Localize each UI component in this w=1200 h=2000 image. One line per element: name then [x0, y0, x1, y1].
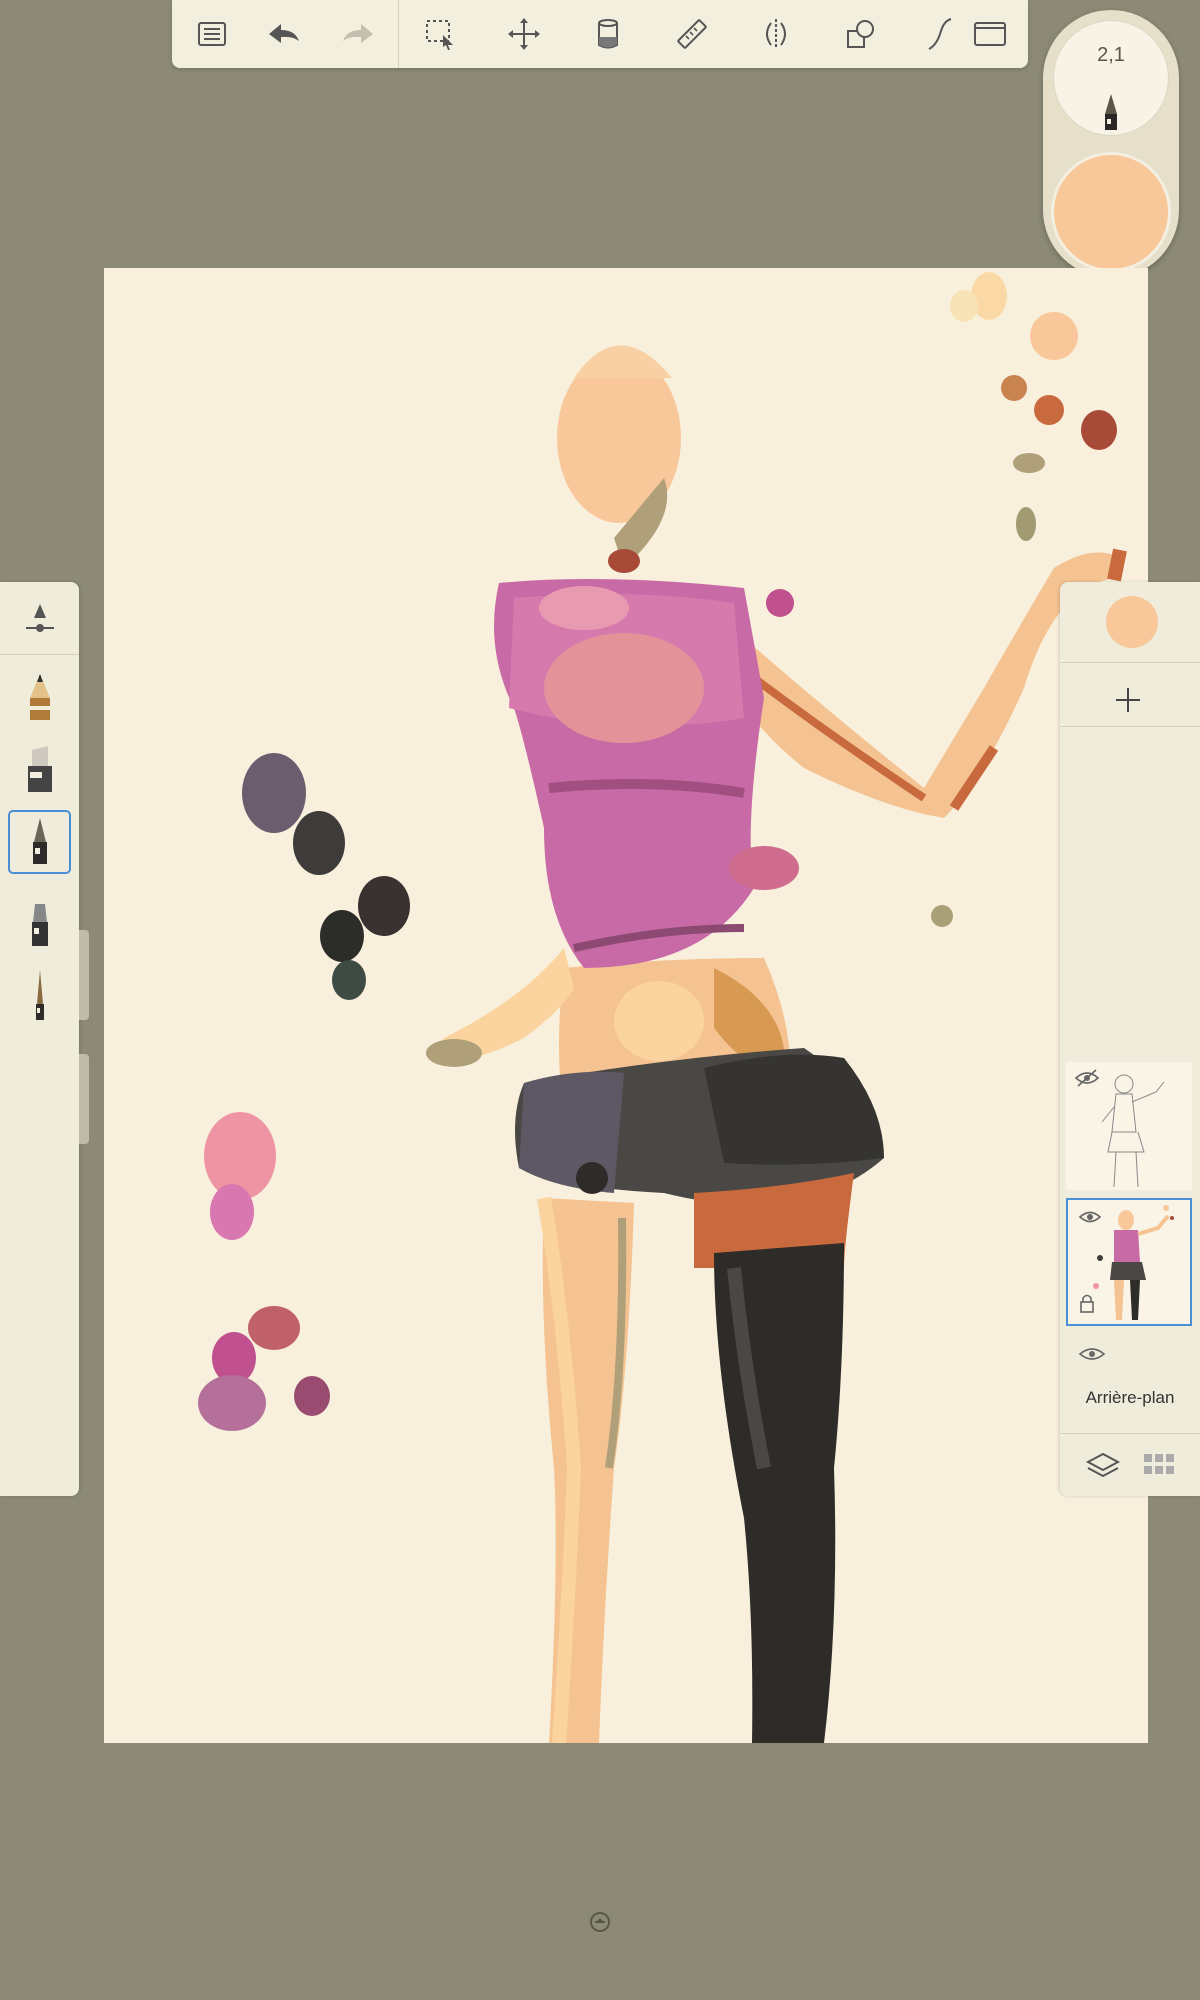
toolbar-divider — [398, 0, 399, 68]
visible-eye-icon[interactable] — [1078, 1208, 1102, 1226]
layer-divider — [1060, 662, 1200, 663]
color-swatch[interactable] — [1054, 155, 1168, 269]
brush-preview-icon — [1105, 94, 1117, 130]
brush-size-control[interactable]: 2,1 — [1053, 20, 1169, 136]
ruler-icon[interactable] — [666, 8, 718, 60]
background-layer-label[interactable]: Arrière-plan — [1060, 1388, 1200, 1408]
fill-bucket-icon[interactable] — [582, 8, 634, 60]
hidden-eye-icon[interactable] — [1074, 1068, 1100, 1088]
brush-panel-tab[interactable] — [79, 930, 89, 1020]
drawing-canvas[interactable] — [104, 268, 1148, 1743]
shapes-icon[interactable] — [834, 8, 886, 60]
brush-divider — [0, 654, 79, 655]
painting — [198, 272, 1127, 1743]
fullscreen-icon[interactable] — [964, 8, 1016, 60]
brush-size-value: 2,1 — [1097, 44, 1125, 66]
layer-color-swatch[interactable] — [1106, 596, 1158, 648]
list-icon[interactable] — [186, 8, 238, 60]
grid-icon[interactable] — [1140, 1448, 1178, 1482]
pencil-icon[interactable] — [8, 666, 71, 730]
layer-panel-footer — [1060, 1433, 1200, 1496]
bottom-handle-icon[interactable] — [589, 1911, 611, 1933]
lock-icon[interactable] — [1078, 1292, 1096, 1314]
swatch-blobs-left — [198, 753, 410, 1431]
background-eye-icon[interactable] — [1078, 1344, 1106, 1364]
symmetry-icon[interactable] — [750, 8, 802, 60]
figure — [426, 345, 1127, 1743]
layer-panel: Arrière-plan — [1060, 582, 1200, 1496]
color-panel-tab[interactable] — [79, 1054, 89, 1144]
selection-icon[interactable] — [414, 8, 466, 60]
layers-icon[interactable] — [1084, 1448, 1122, 1482]
paint-layer-thumbnail[interactable] — [1066, 1198, 1192, 1326]
top-toolbar — [172, 0, 1028, 68]
paint-brush-icon[interactable] — [8, 810, 71, 874]
brush-library — [0, 582, 79, 1496]
brush-puck[interactable]: 2,1 — [1043, 10, 1179, 278]
airbrush-icon[interactable] — [8, 892, 71, 956]
transform-icon[interactable] — [498, 8, 550, 60]
sketch-layer-thumbnail[interactable] — [1066, 1062, 1192, 1190]
brush-settings-icon[interactable] — [8, 590, 71, 654]
undo-icon[interactable] — [258, 8, 310, 60]
stroke-icon[interactable] — [912, 8, 964, 60]
layer-divider — [1060, 726, 1200, 727]
marker-icon[interactable] — [8, 738, 71, 802]
add-layer-icon[interactable] — [1102, 674, 1154, 726]
fine-brush-icon[interactable] — [8, 964, 71, 1028]
redo-icon[interactable] — [332, 8, 384, 60]
